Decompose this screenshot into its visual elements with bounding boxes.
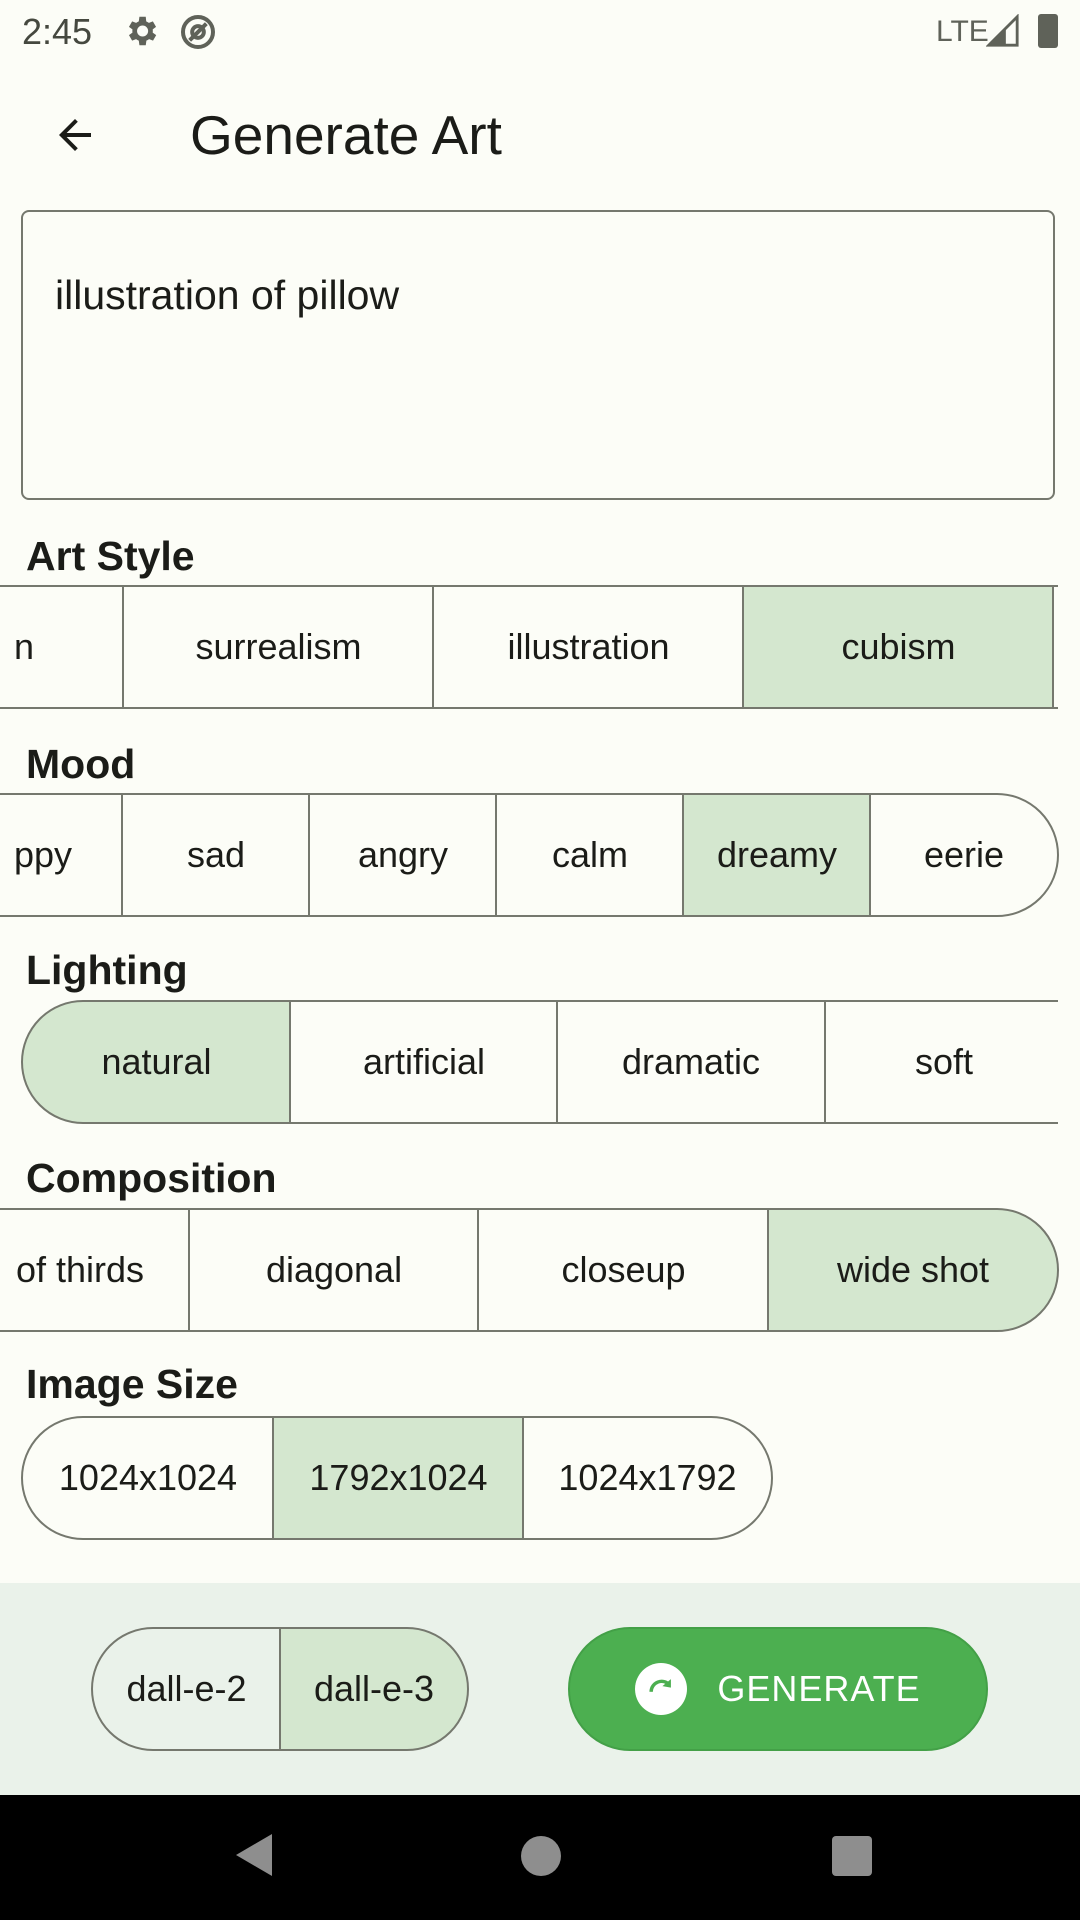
- image-size-label: Image Size: [26, 1361, 238, 1407]
- composition-label: Composition: [26, 1155, 277, 1201]
- row-clip: [1058, 995, 1080, 1130]
- mood-label: Mood: [26, 741, 136, 787]
- art-style-selector: n surrealism illustration cubism: [0, 585, 1080, 709]
- art-style-option-illustration[interactable]: illustration: [432, 585, 745, 709]
- image-size-option-1024x1024[interactable]: 1024x1024: [21, 1416, 275, 1540]
- image-size-option-1024x1792[interactable]: 1024x1792: [522, 1416, 773, 1540]
- system-navigation-bar: [0, 1795, 1080, 1920]
- art-style-option-surrealism[interactable]: surrealism: [122, 585, 435, 709]
- art-style-option[interactable]: n: [0, 585, 124, 709]
- mood-option[interactable]: ppy: [0, 793, 124, 917]
- arrow-back-icon: [59, 119, 91, 151]
- composition-option-wide-shot[interactable]: wide shot: [767, 1208, 1059, 1332]
- composition-option-closeup[interactable]: closeup: [477, 1208, 770, 1332]
- nav-recents-icon[interactable]: [832, 1836, 872, 1876]
- status-time: 2:45: [22, 11, 93, 52]
- image-size-selector: 1024x1024 1792x1024 1024x1792: [0, 1416, 1080, 1540]
- mood-option-eerie[interactable]: eerie: [869, 793, 1059, 917]
- lighting-option-dramatic[interactable]: dramatic: [556, 1000, 826, 1124]
- nav-back-icon[interactable]: [232, 1830, 276, 1885]
- art-style-option-cubism[interactable]: cubism: [742, 585, 1055, 709]
- model-option-dall-e-3[interactable]: dall-e-3: [279, 1627, 469, 1751]
- model-option-dall-e-2[interactable]: dall-e-2: [91, 1627, 282, 1751]
- prompt-text: illustration of pillow: [55, 272, 400, 318]
- page-title: Generate Art: [190, 104, 502, 166]
- settings-icon: [122, 12, 160, 55]
- at-sign-icon: [178, 12, 218, 57]
- lighting-option-natural[interactable]: natural: [21, 1000, 292, 1124]
- nav-home-icon[interactable]: [521, 1836, 561, 1876]
- row-clip: [1058, 580, 1080, 715]
- lighting-selector: natural artificial dramatic soft: [0, 1000, 1080, 1124]
- mood-option-angry[interactable]: angry: [308, 793, 498, 917]
- mood-option-calm[interactable]: calm: [495, 793, 685, 917]
- refresh-icon: [635, 1663, 688, 1715]
- mood-option-sad[interactable]: sad: [121, 793, 311, 917]
- network-type: LTE: [936, 15, 989, 48]
- prompt-input[interactable]: illustration of pillow: [21, 210, 1055, 500]
- composition-option-diagonal[interactable]: diagonal: [188, 1208, 480, 1332]
- art-style-label: Art Style: [26, 533, 195, 579]
- lighting-label: Lighting: [26, 947, 188, 993]
- generate-button[interactable]: GENERATE: [568, 1627, 988, 1751]
- composition-selector: of thirds diagonal closeup wide shot: [0, 1208, 1080, 1332]
- generate-label: GENERATE: [717, 1668, 921, 1709]
- mood-option-dreamy[interactable]: dreamy: [682, 793, 872, 917]
- back-button[interactable]: [30, 100, 120, 170]
- lighting-option-soft[interactable]: soft: [824, 1000, 1080, 1124]
- battery-icon: [1038, 14, 1058, 48]
- composition-option-rule-of-thirds[interactable]: of thirds: [0, 1208, 191, 1332]
- image-size-option-1792x1024[interactable]: 1792x1024: [272, 1416, 525, 1540]
- mood-selector: ppy sad angry calm dreamy eerie: [0, 793, 1080, 917]
- signal-icon: [985, 13, 1020, 53]
- lighting-option-artificial[interactable]: artificial: [289, 1000, 559, 1124]
